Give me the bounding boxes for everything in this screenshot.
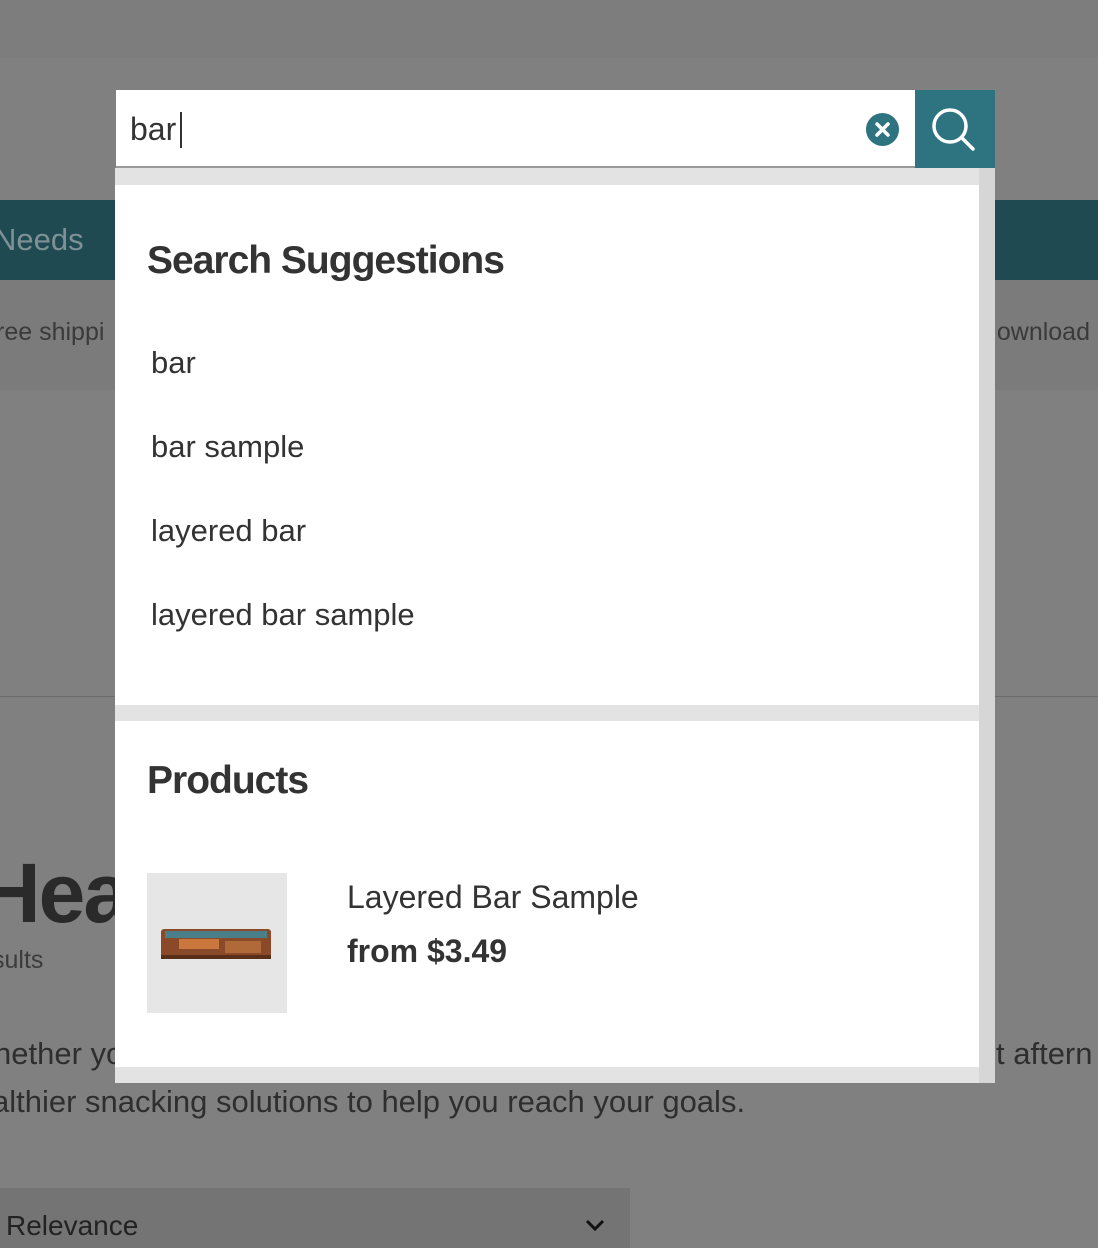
- chevron-down-icon: [585, 1219, 605, 1232]
- product-result-item[interactable]: Layered Bar Sample from $3.49: [147, 873, 947, 1013]
- category-description-line2: althier snacking solutions to help you r…: [0, 1084, 746, 1119]
- site-top-bar: [0, 0, 1098, 58]
- product-price: from $3.49: [347, 933, 508, 969]
- suggestion-item[interactable]: layered bar sample: [151, 597, 415, 633]
- search-suggestions-panel: Search Suggestions bar bar sample layere…: [115, 185, 979, 705]
- suggestion-item[interactable]: layered bar: [151, 513, 306, 549]
- clear-search-button[interactable]: [866, 113, 899, 146]
- search-input[interactable]: [130, 108, 830, 150]
- category-description-line1-end: t aftern: [996, 1036, 1093, 1071]
- products-title: Products: [147, 759, 309, 802]
- free-shipping-banner: ree shippi: [0, 318, 105, 346]
- text-cursor: [180, 112, 182, 148]
- products-panel: Products Layered Bar Sample from $3.49: [115, 721, 979, 1067]
- search-suggestions-title: Search Suggestions: [147, 239, 505, 282]
- clear-x-icon: [875, 122, 890, 137]
- search-icon: [932, 108, 975, 151]
- suggestion-item[interactable]: bar sample: [151, 429, 304, 465]
- nav-item-needs: Needs: [0, 222, 84, 257]
- search-bar: [116, 90, 915, 168]
- product-name: Layered Bar Sample: [347, 879, 639, 915]
- sort-select-value: Relevance: [6, 1210, 139, 1241]
- results-count: sults: [0, 946, 44, 974]
- dropdown-scrollbar[interactable]: [979, 168, 995, 1083]
- product-thumbnail: [147, 873, 287, 1013]
- app-download-banner: ownload: [996, 318, 1090, 346]
- search-submit-button[interactable]: [915, 90, 995, 168]
- category-description-line1: hether yo: [0, 1036, 124, 1071]
- protein-bar-image: [161, 929, 271, 959]
- suggestion-item[interactable]: bar: [151, 345, 196, 381]
